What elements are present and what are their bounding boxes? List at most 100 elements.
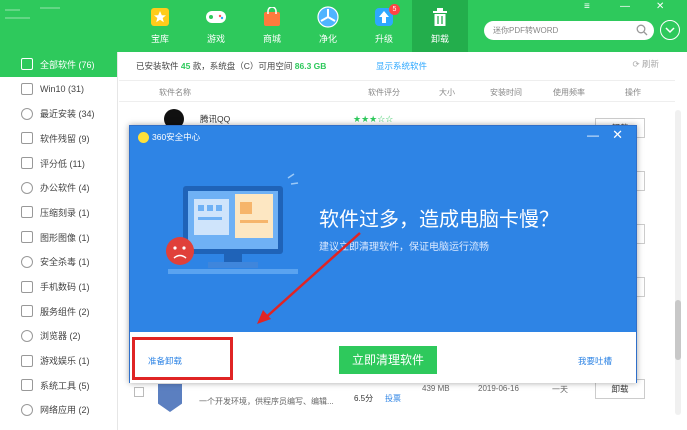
row-size: 439 MB [422, 384, 450, 393]
feedback-link[interactable]: 我要吐槽 [578, 355, 612, 367]
main-nav: 宝库 游戏 商城 净化 5 升级 卸载 [132, 0, 468, 52]
nav-item-uninstall[interactable]: 卸载 [412, 0, 468, 52]
clean-software-button[interactable]: 立即清理软件 [339, 346, 437, 374]
360-logo-icon [138, 131, 149, 143]
scroll-thumb[interactable] [675, 300, 681, 360]
dialog-close-button[interactable]: ✕ [612, 127, 623, 143]
sidebar-item-label: Win10 (31) [40, 84, 85, 95]
sidebar-item-security[interactable]: 安全杀毒 (1) [0, 250, 117, 275]
sidebar-item-all[interactable]: 全部软件 (76) [0, 52, 117, 77]
sidebar-item-network[interactable]: 网络应用 (2) [0, 398, 117, 423]
sidebar-item-games[interactable]: 游戏娱乐 (1) [0, 348, 117, 373]
phone-icon [21, 280, 33, 293]
nav-label: 卸载 [430, 34, 449, 44]
nav-label: 升级 [374, 34, 393, 44]
clock-icon [21, 107, 33, 120]
dialog-title-text: 360安全中心 [152, 132, 201, 142]
sidebar-item-label: 游戏娱乐 (1) [40, 356, 90, 367]
sidebar-item-label: 系统工具 (5) [40, 380, 90, 391]
sidebar-item-office[interactable]: 办公软件 (4) [0, 175, 117, 200]
category-sidebar: 全部软件 (76) Win10 (31) 最近安装 (34) 软件残留 (9) … [0, 52, 118, 430]
nav-label: 宝库 [150, 34, 169, 44]
nav-item-games[interactable]: 游戏 [188, 0, 244, 52]
puzzle-icon [21, 305, 33, 318]
sidebar-item-label: 网络应用 (2) [40, 405, 90, 416]
col-size: 大小 [439, 88, 455, 97]
tools-icon [21, 379, 33, 392]
nav-item-purify[interactable]: 净化 [300, 0, 356, 52]
sidebar-item-label: 安全杀毒 (1) [40, 257, 90, 268]
nav-item-treasury[interactable]: 宝库 [132, 0, 188, 52]
sidebar-item-mobile[interactable]: 手机数码 (1) [0, 274, 117, 299]
nav-item-upgrade[interactable]: 5 升级 [356, 0, 412, 52]
sidebar-item-label: 全部软件 (76) [40, 59, 95, 70]
star-icon [149, 6, 171, 28]
sidebar-item-label: 图形图像 (1) [40, 232, 90, 243]
minimize-button[interactable]: — [620, 1, 630, 12]
sidebar-item-label: 软件残留 (9) [40, 133, 90, 144]
nav-label: 游戏 [206, 34, 225, 44]
row-frequency: 一天 [552, 385, 568, 394]
sidebar-item-label: 服务组件 (2) [40, 306, 90, 317]
fan-icon [317, 6, 339, 28]
dialog-minimize-button[interactable]: — [587, 128, 599, 142]
sidebar-item-browser[interactable]: 浏览器 (2) [0, 324, 117, 349]
sidebar-item-win10[interactable]: Win10 (31) [0, 77, 117, 102]
sidebar-item-label: 评分低 (11) [40, 158, 85, 169]
chevron-down-icon [665, 27, 675, 34]
vote-link[interactable]: 投票 [385, 393, 401, 404]
dialog-title: 360安全中心 [138, 131, 200, 143]
nav-label: 净化 [318, 34, 337, 44]
sidebar-item-system-tools[interactable]: 系统工具 (5) [0, 373, 117, 398]
sidebar-item-low-rating[interactable]: 评分低 (11) [0, 151, 117, 176]
search-icon[interactable] [636, 24, 648, 36]
archive-icon [21, 206, 33, 219]
rating-stars: ★★★☆☆ [353, 114, 394, 124]
sidebar-item-label: 办公软件 (4) [40, 183, 90, 194]
row-checkbox[interactable] [134, 387, 144, 397]
nav-item-store[interactable]: 商城 [244, 0, 300, 52]
sidebar-item-compress[interactable]: 压缩刻录 (1) [0, 200, 117, 225]
download-manager-button[interactable] [660, 20, 680, 40]
image-icon [21, 231, 33, 244]
sidebar-item-recent[interactable]: 最近安装 (34) [0, 101, 117, 126]
thumbs-down-icon [21, 157, 33, 170]
col-name: 软件名称 [159, 88, 191, 97]
scrollbar[interactable] [675, 110, 681, 415]
refresh-button[interactable]: ⟳ 刷新 [633, 58, 660, 70]
install-summary: 已安装软件 45 款，系统盘（C）可用空间 86.3 GB [136, 60, 326, 72]
show-system-software-link[interactable]: 显示系统软件 [376, 60, 427, 72]
sidebar-item-leftovers[interactable]: 软件残留 (9) [0, 126, 117, 151]
sidebar-item-label: 手机数码 (1) [40, 282, 90, 293]
nav-label: 商城 [262, 34, 281, 44]
office-icon [21, 181, 33, 194]
sidebar-item-graphics[interactable]: 图形图像 (1) [0, 225, 117, 250]
row-date: 2019-06-16 [478, 384, 519, 393]
summary-prefix: 已安装软件 [136, 61, 179, 71]
gamepad-icon [205, 6, 227, 28]
row-name: 腾讯QQ [200, 114, 231, 124]
grid-icon [21, 58, 33, 71]
red-arrow-annotation-icon [257, 232, 361, 324]
game-icon [21, 354, 33, 367]
upgrade-count-badge: 5 [389, 4, 400, 15]
menu-icon[interactable]: ≡ [584, 1, 590, 12]
bag-icon [261, 6, 283, 28]
network-icon [21, 403, 33, 416]
refresh-label: 刷新 [641, 59, 659, 69]
table-header: 软件名称 软件评分 大小 安装时间 使用频率 操作 [119, 80, 675, 102]
col-action: 操作 [625, 88, 641, 97]
sidebar-item-services[interactable]: 服务组件 (2) [0, 299, 117, 324]
summary-mid: 款，系统盘（C）可用空间 [192, 61, 293, 71]
shield-icon [21, 255, 33, 268]
sidebar-item-label: 最近安装 (34) [40, 109, 95, 120]
col-frequency: 使用频率 [553, 88, 585, 97]
search-input[interactable]: 迷你PDF转WORD [484, 21, 654, 40]
sidebar-item-label: 浏览器 (2) [40, 331, 81, 342]
row-description: 一个开发环境，供程序员编写、编辑... [199, 397, 334, 406]
close-window-button[interactable]: ✕ [656, 1, 664, 12]
row-score: 6.5分 [354, 394, 374, 403]
brand-decoration-icon [5, 7, 60, 19]
top-bar: 宝库 游戏 商城 净化 5 升级 卸载 迷你PDF转WORD ≡ — ✕ [0, 0, 687, 52]
free-space: 86.3 GB [294, 61, 327, 71]
